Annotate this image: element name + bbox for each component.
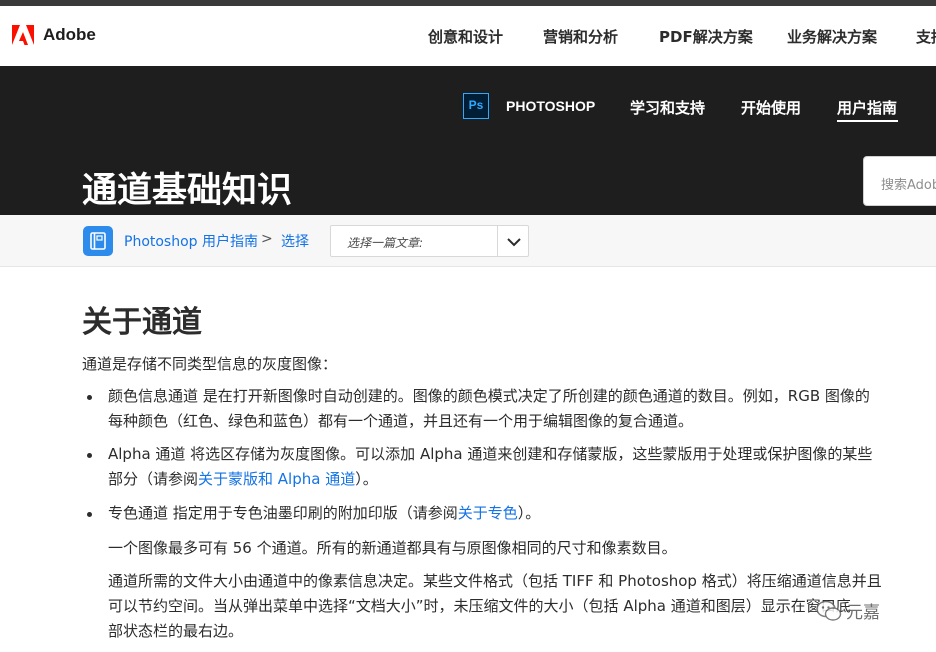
masks-alpha-channels-link[interactable]: 关于蒙版和 Alpha 通道: [198, 470, 355, 488]
global-nav: Adobe 创意和设计 营销和分析 PDF解决方案 业务解决方案 支持: [0, 6, 936, 66]
global-nav-item-business[interactable]: 业务解决方案: [787, 26, 877, 47]
spot-colors-link[interactable]: 关于专色: [458, 504, 518, 522]
watermark: 元嘉: [816, 598, 880, 623]
section-heading: 关于通道: [82, 305, 202, 340]
file-size-line1: 通道所需的文件大小由通道中的像素信息决定。某些文件格式（包括 TIFF 和 Ph…: [108, 572, 882, 590]
bullet3-line: 专色通道 指定用于专色油墨印刷的附加印版（请参阅关于专色）。: [108, 502, 540, 523]
bullet-dot: [87, 512, 92, 517]
bullet3-suffix: ）。: [517, 504, 541, 522]
file-size-line2: 可以节约空间。当从弹出菜单中选择“文档大小”时，未压缩文件的大小（包括 Alph…: [108, 597, 851, 615]
product-name[interactable]: PHOTOSHOP: [506, 98, 595, 114]
wechat-icon: [816, 600, 842, 621]
adobe-brand-text: Adobe: [43, 25, 96, 44]
adobe-logo[interactable]: Adobe: [12, 25, 96, 45]
product-nav-user-guide[interactable]: 用户指南: [837, 97, 897, 118]
select-divider: [497, 226, 498, 256]
watermark-text: 元嘉: [846, 603, 880, 623]
bullet-dot: [87, 453, 92, 458]
bullet3-prefix: 专色通道 指定用于专色油墨印刷的附加印版（请参阅: [108, 504, 458, 522]
search-input[interactable]: 搜索Adobe支持: [863, 156, 936, 206]
breadcrumb-separator: >: [261, 231, 273, 247]
breadcrumb-user-guide-link[interactable]: Photoshop 用户指南: [124, 231, 258, 251]
bullet-dot: [87, 395, 92, 400]
intro-paragraph: 通道是存储不同类型信息的灰度图像：: [82, 355, 338, 373]
article-select-value: 选择一篇文章:: [347, 236, 424, 250]
global-nav-item-marketing[interactable]: 营销和分析: [543, 26, 618, 47]
product-header: Ps PHOTOSHOP 学习和支持 开始使用 用户指南 通道基础知识 搜索Ad…: [0, 66, 936, 215]
page-title: 通道基础知识: [82, 171, 293, 211]
article-select-dropdown[interactable]: 选择一篇文章:: [330, 225, 529, 257]
user-guide-book-icon[interactable]: [83, 226, 113, 256]
book-icon: [90, 232, 106, 250]
article-content: 关于通道 通道是存储不同类型信息的灰度图像： 颜色信息通道 是在打开新图像时自动…: [0, 267, 936, 652]
chevron-down-icon: [507, 238, 521, 247]
photoshop-icon[interactable]: Ps: [463, 93, 489, 119]
active-tab-underline: [837, 120, 898, 122]
breadcrumb: Photoshop 用户指南 > 选择 选择一篇文章:: [0, 215, 936, 267]
bullet2-line2-suffix: ）。: [355, 470, 378, 488]
global-nav-item-creative[interactable]: 创意和设计: [428, 26, 503, 47]
product-nav-get-started[interactable]: 开始使用: [741, 97, 801, 118]
bullet2-line1: Alpha 通道 将选区存储为灰度图像。可以添加 Alpha 通道来创建和存储蒙…: [108, 445, 873, 463]
file-size-line3: 部状态栏的最右边。: [108, 622, 244, 640]
adobe-logo-icon: [12, 25, 34, 45]
global-nav-item-support[interactable]: 支持: [916, 26, 936, 47]
breadcrumb-select-link[interactable]: 选择: [281, 231, 309, 251]
bullet2-line2: 部分（请参阅关于蒙版和 Alpha 通道）。: [108, 468, 378, 489]
global-nav-item-pdf[interactable]: PDF解决方案: [659, 26, 753, 47]
bullet2-line2-prefix: 部分（请参阅: [108, 470, 199, 488]
product-nav-learn-support[interactable]: 学习和支持: [630, 97, 705, 118]
bullet1-line1: 颜色信息通道 是在打开新图像时自动创建的。图像的颜色模式决定了所创建的颜色通道的…: [108, 387, 870, 405]
bullet1-line2: 每种颜色（红色、绿色和蓝色）都有一个通道，并且还有一个用于编辑图像的复合通道。: [108, 412, 694, 430]
channels-limit-paragraph: 一个图像最多可有 56 个通道。所有的新通道都具有与原图像相同的尺寸和像素数目。: [108, 539, 677, 557]
